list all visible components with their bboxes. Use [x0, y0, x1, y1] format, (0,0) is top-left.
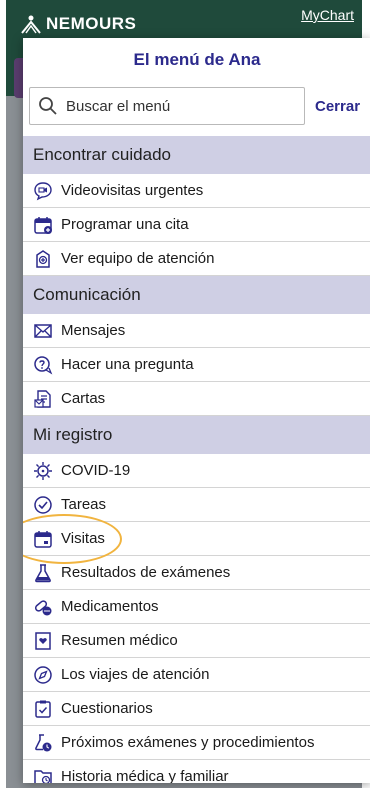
search-row: Cerrar [23, 86, 370, 126]
menu-item-label: Cuestionarios [61, 700, 153, 717]
logo-text: NEMOURS [46, 14, 137, 33]
nemours-logo-icon [21, 15, 41, 34]
search-input[interactable] [64, 96, 288, 116]
history-folder-icon [33, 767, 53, 783]
main-menu: El menú de Ana Cerrar Encontrar cuidado … [23, 38, 370, 783]
close-button[interactable]: Cerrar [315, 98, 360, 115]
pills-icon [33, 597, 53, 617]
letters-icon [33, 389, 53, 409]
compass-icon [33, 665, 53, 685]
menu-item-label: Historia médica y familiar [61, 768, 229, 783]
calendar-add-icon [33, 215, 53, 235]
virus-icon [33, 461, 53, 481]
menu-item-urgent-video[interactable]: Videovisitas urgentes [23, 174, 370, 208]
menu-item-label: Tareas [61, 496, 107, 513]
menu-item-upcoming-tests[interactable]: Próximos exámenes y procedimientos [23, 726, 370, 760]
menu-item-letters[interactable]: Cartas [23, 382, 370, 416]
menu-item-label: Resumen médico [61, 632, 178, 649]
flask-icon [33, 563, 53, 583]
menu-item-medical-summary[interactable]: Resumen médico [23, 624, 370, 658]
menu-item-visits[interactable]: Visitas [23, 514, 370, 564]
question-bubble-icon [33, 355, 53, 375]
menu-item-label: Resultados de exámenes [61, 564, 231, 581]
menu-item-medications[interactable]: Medicamentos [23, 590, 370, 624]
search-box[interactable] [29, 87, 305, 125]
menu-item-label: Programar una cita [61, 216, 189, 233]
section-header-find-care: Encontrar cuidado [23, 136, 370, 174]
menu-item-schedule-appointment[interactable]: Programar una cita [23, 208, 370, 242]
medical-summary-icon [33, 631, 53, 651]
upcoming-tests-icon [33, 733, 53, 753]
menu-title: El menú de Ana [133, 50, 261, 69]
menu-item-label: Medicamentos [61, 598, 159, 615]
search-icon [38, 96, 58, 116]
tasks-icon [33, 495, 53, 515]
menu-item-label: Cartas [61, 390, 106, 407]
menu-item-label: COVID-19 [61, 462, 131, 479]
menu-item-questionnaires[interactable]: Cuestionarios [23, 692, 370, 726]
menu-item-label: Próximos exámenes y procedimientos [61, 734, 315, 751]
calendar-icon [33, 529, 53, 549]
menu-item-label: Ver equipo de atención [61, 250, 215, 267]
video-chat-icon [33, 181, 53, 201]
nemours-logo: NEMOURS [20, 14, 136, 34]
envelope-icon [33, 321, 53, 341]
section-header-communication: Comunicación [23, 276, 370, 314]
menu-item-covid[interactable]: COVID-19 [23, 454, 370, 488]
menu-item-medical-history[interactable]: Historia médica y familiar [23, 760, 370, 783]
mychart-link[interactable]: MyChart [301, 8, 354, 22]
menu-item-care-journeys[interactable]: Los viajes de atención [23, 658, 370, 692]
menu-item-messages[interactable]: Mensajes [23, 314, 370, 348]
menu-item-tasks[interactable]: Tareas [23, 488, 370, 522]
menu-item-label: Los viajes de atención [61, 666, 210, 683]
section-header-my-record: Mi registro [23, 416, 370, 454]
clipboard-check-icon [33, 699, 53, 719]
menu-item-label: Mensajes [61, 322, 126, 339]
menu-item-test-results[interactable]: Resultados de exámenes [23, 556, 370, 590]
menu-item-label: Visitas [61, 530, 105, 547]
care-team-icon [33, 249, 53, 269]
menu-item-label: Videovisitas urgentes [61, 182, 204, 199]
menu-item-care-team[interactable]: Ver equipo de atención [23, 242, 370, 276]
menu-item-label: Hacer una pregunta [61, 356, 194, 373]
menu-item-ask-question[interactable]: Hacer una pregunta [23, 348, 370, 382]
